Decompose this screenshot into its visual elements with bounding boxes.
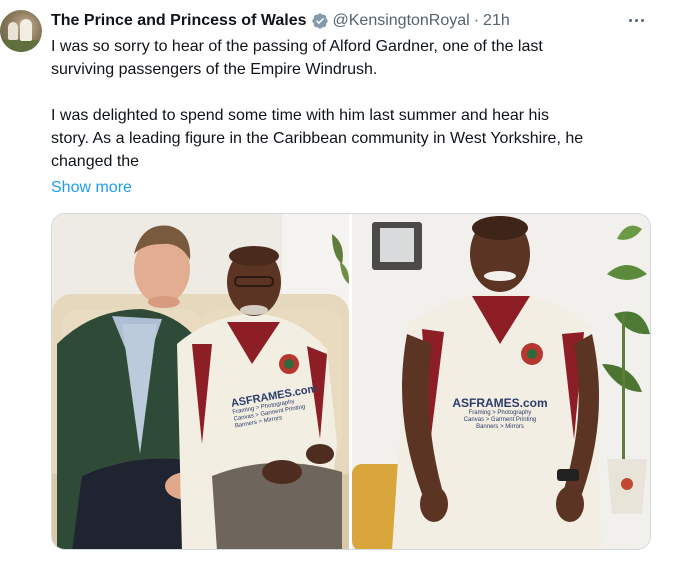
tweet-header: The Prince and Princess of Wales @Kensin… <box>51 10 510 32</box>
tweet-text-line: changed the <box>51 153 140 170</box>
tweet-text-line: surviving passengers of the Empire Windr… <box>51 61 378 78</box>
tweet-text-line: I was so sorry to hear of the passing of… <box>51 38 543 55</box>
shirt-print-right: ASFRAMES.com Framing > Photography Canva… <box>450 396 550 431</box>
shirt-brand: ASFRAMES.com <box>452 396 548 410</box>
more-options-icon[interactable] <box>626 10 646 30</box>
shirt-line: Banners > Mirrors <box>476 424 524 430</box>
author-handle[interactable]: @KensingtonRoyal <box>333 12 470 30</box>
separator-dot: · <box>473 12 480 29</box>
tweet-text-line: story. As a leading figure in the Caribb… <box>51 130 584 147</box>
tweet[interactable]: The Prince and Princess of Wales @Kensin… <box>0 0 700 563</box>
media-grid: ASFRAMES.com Framing > Photography Canva… <box>51 213 651 550</box>
avatar[interactable] <box>0 10 42 52</box>
tweet-text: I was so sorry to hear of the passing of… <box>51 35 671 173</box>
verified-badge-icon <box>311 13 328 29</box>
author-name[interactable]: The Prince and Princess of Wales <box>51 12 307 30</box>
photo-prince-and-alford[interactable]: ASFRAMES.com Framing > Photography Canva… <box>52 214 349 549</box>
tweet-time[interactable]: 21h <box>483 12 510 30</box>
tweet-text-line: I was delighted to spend some time with … <box>51 107 550 124</box>
shirt-line: Framing > Photography <box>468 410 532 416</box>
photo-alford-standing[interactable]: ASFRAMES.com Framing > Photography Canva… <box>352 214 650 549</box>
show-more-link[interactable]: Show more <box>51 176 132 199</box>
shirt-line: Canvas > Garment Printing <box>463 417 537 423</box>
